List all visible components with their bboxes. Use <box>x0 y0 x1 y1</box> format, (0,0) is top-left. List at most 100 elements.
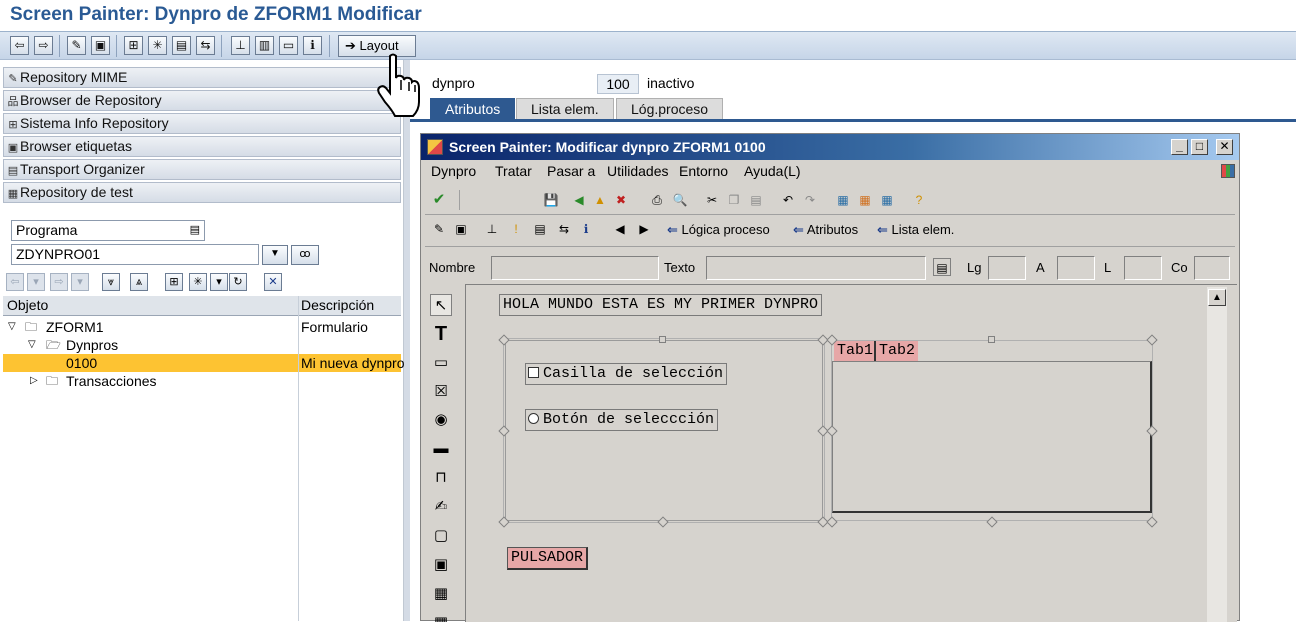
tab-lista-elem[interactable]: Lista elem. <box>516 98 614 120</box>
select-pointer-icon[interactable]: ↖ <box>430 294 452 316</box>
dynpro-number-field[interactable]: 100 <box>597 74 639 94</box>
a-field[interactable] <box>1057 256 1095 280</box>
menu-utilidades[interactable]: Utilidades <box>607 160 668 182</box>
previous-icon[interactable]: ◀ <box>611 220 629 238</box>
column-header-descripcion[interactable]: Descripción <box>301 297 374 313</box>
tab-log-proceso[interactable]: Lóg.proceso <box>616 98 724 120</box>
redo-icon[interactable]: ↷ <box>801 191 819 209</box>
hierarchy-icon[interactable]: ⊥ <box>483 220 501 238</box>
tabstrip-tool-icon[interactable]: ⊓ <box>430 467 452 489</box>
display-glasses-icon[interactable]: ꝏ <box>291 245 319 265</box>
expand-icon[interactable]: ⩔ <box>102 273 120 291</box>
tree-menu-icon[interactable]: ▾ <box>210 273 228 291</box>
where-used-icon[interactable]: ! <box>507 220 525 238</box>
co-field[interactable] <box>1194 256 1230 280</box>
layout-preview-icon[interactable]: ▦ <box>834 191 852 209</box>
nav-item-transport-organizer[interactable]: ▤ Transport Organizer <box>3 159 401 180</box>
tree-snowflake-icon[interactable]: ✳ <box>189 273 207 291</box>
tree-hierarchy-icon[interactable]: ⊞ <box>165 273 183 291</box>
cut-icon[interactable]: ✂ <box>703 191 721 209</box>
tabstrip-wizard-icon[interactable]: ✍ <box>430 496 452 518</box>
resize-handle[interactable] <box>659 336 666 343</box>
copy-icon[interactable]: ❐ <box>725 191 743 209</box>
tree-forward-menu-icon[interactable]: ▾ <box>71 273 89 291</box>
input-field-icon[interactable]: ▭ <box>430 352 452 374</box>
menu-ayuda[interactable]: Ayuda(L) <box>744 160 801 182</box>
radio-tool-icon[interactable]: ◉ <box>430 409 452 431</box>
maximize-icon[interactable]: □ <box>1191 139 1208 155</box>
back-icon[interactable]: ⇦ <box>10 36 29 55</box>
enter-check-icon[interactable]: ✔ <box>430 191 448 209</box>
object-name-input[interactable]: ZDYNPRO01 <box>11 244 259 265</box>
texto-field[interactable] <box>706 256 926 280</box>
close-icon[interactable]: ✕ <box>1216 139 1233 155</box>
tabstrip-tab-2[interactable]: Tab2 <box>876 341 919 361</box>
nav-item-sistema-info[interactable]: ⊞ Sistema Info Repository <box>3 113 401 134</box>
subscreen-tool-icon[interactable]: ▣ <box>430 554 452 576</box>
tree-row[interactable]: ▽ 🗁 Dynpros <box>3 336 401 354</box>
box-tool-icon[interactable]: ▢ <box>430 525 452 547</box>
object-list-icon[interactable]: ⊞ <box>124 36 143 55</box>
nav-item-repository-mime[interactable]: ✎ Repository MIME <box>3 67 401 88</box>
cancel-icon[interactable]: ✖ <box>612 191 630 209</box>
checkbox-element[interactable]: Casilla de selección <box>525 363 728 385</box>
navigation-icon[interactable]: ⇆ <box>555 220 573 238</box>
radio-element[interactable]: Botón de seleccción <box>525 409 719 431</box>
hierarchy-icon[interactable]: ⊥ <box>231 36 250 55</box>
toggle-display-change-icon[interactable]: ✎ <box>67 36 86 55</box>
dropdown-arrow-icon[interactable]: ▼ <box>262 245 288 265</box>
collapse-node-icon[interactable]: ▽ <box>28 336 36 354</box>
info-icon[interactable]: ℹ <box>577 220 595 238</box>
menu-dynpro[interactable]: Dynpro <box>431 160 476 182</box>
lg-field[interactable] <box>988 256 1026 280</box>
text-field-icon[interactable]: T <box>430 323 452 345</box>
table-control-icon[interactable]: ▦ <box>430 583 452 605</box>
toggle-change-icon[interactable]: ✎ <box>430 220 448 238</box>
tree-row[interactable]: ▽ 🗀 ZFORM1 Formulario <box>3 318 401 336</box>
collapse-node-icon[interactable]: ▽ <box>8 318 16 336</box>
pushbutton-tool-icon[interactable]: ▬ <box>430 438 452 460</box>
checkbox-tool-icon[interactable]: ☒ <box>430 381 452 403</box>
canvas-vertical-scrollbar[interactable]: ▲ <box>1207 287 1227 622</box>
object-type-dropdown[interactable]: Programa ▤ <box>11 220 205 241</box>
expand-node-icon[interactable]: ▷ <box>30 372 38 390</box>
tree-back-icon[interactable]: ⇦ <box>6 273 24 291</box>
tab-atributos[interactable]: Atributos <box>430 98 516 120</box>
collapse-icon[interactable]: ⩓ <box>130 273 148 291</box>
layout-icon-2[interactable]: ▦ <box>856 191 874 209</box>
navigation-window-icon[interactable]: ⇆ <box>196 36 215 55</box>
info-icon[interactable]: ℹ <box>303 36 322 55</box>
print-icon[interactable]: ▥ <box>255 36 274 55</box>
tree-row-selected[interactable]: 0100 Mi nueva dynpro <box>3 354 405 372</box>
pushbutton-element[interactable]: PULSADOR <box>507 547 589 570</box>
next-icon[interactable]: ▶ <box>635 220 653 238</box>
refresh-icon[interactable]: ↻ <box>229 273 247 291</box>
help-icon[interactable]: ? <box>910 191 928 209</box>
menu-tratar[interactable]: Tratar <box>495 160 532 182</box>
layout-menu-icon[interactable] <box>1221 164 1235 178</box>
back-green-icon[interactable]: ◀ <box>570 191 588 209</box>
resize-handle[interactable] <box>988 336 995 343</box>
close-tree-icon[interactable]: ✕ <box>264 273 282 291</box>
text-element[interactable]: HOLA MUNDO ESTA ES MY PRIMER DYNPRO <box>499 294 823 316</box>
menu-entorno[interactable]: Entorno <box>679 160 728 182</box>
exit-icon[interactable]: ▲ <box>591 191 609 209</box>
text-options-icon[interactable]: ▤ <box>933 258 951 276</box>
scroll-up-icon[interactable]: ▲ <box>1208 289 1226 306</box>
tabstrip-body[interactable] <box>832 361 1152 513</box>
menu-pasar-a[interactable]: Pasar a <box>547 160 595 182</box>
layout-icon-3[interactable]: ▦ <box>878 191 896 209</box>
paste-icon[interactable]: ▤ <box>747 191 765 209</box>
save-icon[interactable]: 💾 <box>542 191 560 209</box>
tabstrip-tab-1[interactable]: Tab1 <box>834 341 877 361</box>
tree-back-menu-icon[interactable]: ▾ <box>27 273 45 291</box>
print-icon[interactable]: ⎙ <box>648 191 666 209</box>
tree-forward-icon[interactable]: ⇨ <box>50 273 68 291</box>
other-object-icon[interactable]: ▣ <box>91 36 110 55</box>
column-header-objeto[interactable]: Objeto <box>7 297 48 313</box>
link-atributos[interactable]: ⇐ Atributos <box>793 221 858 239</box>
link-logica-proceso[interactable]: ⇐ Lógica proceso <box>667 221 770 239</box>
object-list-icon[interactable]: ▤ <box>531 220 549 238</box>
forward-icon[interactable]: ⇨ <box>34 36 53 55</box>
other-object-icon[interactable]: ▣ <box>452 220 470 238</box>
